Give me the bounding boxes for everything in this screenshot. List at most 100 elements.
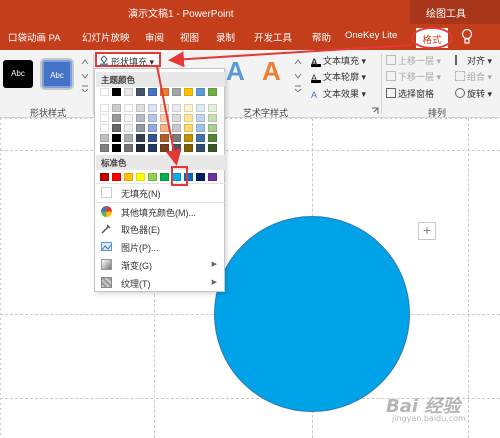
theme-color-swatch[interactable]	[160, 134, 169, 142]
theme-color-swatch[interactable]	[136, 124, 145, 132]
picture-fill-item[interactable]: 图片(P)...	[96, 239, 225, 255]
theme-color-swatch[interactable]	[136, 104, 145, 112]
theme-color-swatch[interactable]	[148, 104, 157, 112]
style-gallery-scroll[interactable]	[80, 56, 90, 92]
theme-color-swatch[interactable]	[208, 144, 217, 152]
standard-color-swatch[interactable]	[208, 173, 217, 181]
wordart-gallery-scroll[interactable]	[293, 56, 303, 92]
theme-color-swatch[interactable]	[100, 114, 109, 122]
theme-color-swatch[interactable]	[100, 88, 109, 96]
tab-view[interactable]: 视图	[180, 30, 199, 44]
theme-color-swatch[interactable]	[124, 134, 133, 142]
theme-color-swatch[interactable]	[184, 124, 193, 132]
theme-color-swatch[interactable]	[160, 104, 169, 112]
theme-color-swatch[interactable]	[172, 134, 181, 142]
theme-color-swatch[interactable]	[196, 124, 205, 132]
standard-color-swatch[interactable]	[196, 173, 205, 181]
theme-color-swatch[interactable]	[172, 88, 181, 96]
theme-color-swatch[interactable]	[160, 124, 169, 132]
theme-color-swatch[interactable]	[112, 88, 121, 96]
theme-color-swatch[interactable]	[160, 88, 169, 96]
theme-color-swatch[interactable]	[136, 114, 145, 122]
theme-color-swatch[interactable]	[196, 114, 205, 122]
shape-fill-button[interactable]: 形状填充 ▾	[95, 52, 161, 67]
align-button[interactable]: 对齐 ▾	[455, 54, 492, 67]
theme-color-swatch[interactable]	[112, 124, 121, 132]
tab-onekey-lite[interactable]: OneKey Lite	[345, 30, 397, 41]
circle-shape[interactable]	[214, 216, 410, 412]
theme-color-swatch[interactable]	[136, 134, 145, 142]
theme-color-swatch[interactable]	[196, 104, 205, 112]
theme-color-swatch[interactable]	[124, 114, 133, 122]
theme-color-swatch[interactable]	[148, 144, 157, 152]
wordart-style-orange[interactable]: A	[262, 56, 281, 87]
theme-color-swatch[interactable]	[136, 88, 145, 96]
text-fill-button[interactable]: A 文本填充 ▾	[311, 54, 366, 67]
theme-color-swatch[interactable]	[196, 144, 205, 152]
theme-color-swatch[interactable]	[112, 104, 121, 112]
eyedropper-item[interactable]: 取色器(E)	[96, 221, 225, 237]
theme-color-swatch[interactable]	[208, 124, 217, 132]
theme-color-swatch[interactable]	[100, 134, 109, 142]
theme-color-swatch[interactable]	[160, 144, 169, 152]
selection-pane-button[interactable]: 选择窗格	[386, 87, 434, 100]
standard-color-swatch[interactable]	[160, 173, 169, 181]
theme-color-swatch[interactable]	[124, 104, 133, 112]
theme-color-swatch[interactable]	[100, 104, 109, 112]
theme-color-swatch[interactable]	[100, 124, 109, 132]
theme-color-swatch[interactable]	[184, 88, 193, 96]
theme-color-swatch[interactable]	[112, 134, 121, 142]
standard-color-swatch[interactable]	[100, 173, 109, 181]
standard-color-swatch[interactable]	[124, 173, 133, 181]
shape-style-blue[interactable]: Abc	[40, 58, 74, 90]
standard-color-swatch[interactable]	[136, 173, 145, 181]
text-effect-button[interactable]: A 文本效果 ▾	[311, 87, 366, 100]
theme-color-swatch[interactable]	[172, 124, 181, 132]
theme-color-swatch[interactable]	[196, 134, 205, 142]
theme-color-swatch[interactable]	[148, 114, 157, 122]
shape-style-black[interactable]: Abc	[3, 60, 33, 88]
theme-color-swatch[interactable]	[148, 124, 157, 132]
theme-color-swatch[interactable]	[208, 114, 217, 122]
theme-color-swatch[interactable]	[172, 114, 181, 122]
theme-color-swatch[interactable]	[124, 144, 133, 152]
theme-color-swatch[interactable]	[160, 114, 169, 122]
theme-color-swatch[interactable]	[184, 144, 193, 152]
theme-color-swatch[interactable]	[184, 134, 193, 142]
more-fill-colors-item[interactable]: 其他填充颜色(M)...	[96, 204, 225, 220]
group-button[interactable]: 组合 ▾	[455, 70, 492, 83]
theme-color-swatch[interactable]	[208, 134, 217, 142]
send-backward-button[interactable]: 下移一层 ▾	[386, 70, 441, 83]
theme-color-swatch[interactable]	[184, 104, 193, 112]
text-outline-button[interactable]: A 文本轮廓 ▾	[311, 70, 366, 83]
theme-color-swatch[interactable]	[112, 144, 121, 152]
theme-color-swatch[interactable]	[112, 114, 121, 122]
theme-color-swatch[interactable]	[172, 144, 181, 152]
theme-color-swatch[interactable]	[184, 114, 193, 122]
theme-color-swatch[interactable]	[208, 104, 217, 112]
theme-color-swatch[interactable]	[208, 88, 217, 96]
lightbulb-icon[interactable]	[460, 28, 474, 46]
theme-color-swatch[interactable]	[172, 104, 181, 112]
tab-developer[interactable]: 开发工具	[254, 30, 292, 44]
no-fill-item[interactable]: 无填充(N)	[96, 185, 225, 201]
theme-color-swatch[interactable]	[196, 88, 205, 96]
texture-fill-item[interactable]: 纹理(T) ▶	[96, 275, 225, 291]
tab-record[interactable]: 录制	[216, 30, 235, 44]
tab-help[interactable]: 帮助	[312, 30, 331, 44]
tab-slideshow[interactable]: 幻灯片放映	[82, 30, 130, 44]
theme-color-swatch[interactable]	[148, 134, 157, 142]
standard-color-swatch[interactable]	[112, 173, 121, 181]
tab-pocket-animation[interactable]: 口袋动画 PA	[8, 30, 61, 44]
rotate-button[interactable]: 旋转 ▾	[455, 87, 492, 100]
theme-color-swatch[interactable]	[124, 88, 133, 96]
theme-color-swatch[interactable]	[136, 144, 145, 152]
bring-forward-button[interactable]: 上移一层 ▾	[386, 54, 441, 67]
add-element-handle[interactable]: +	[418, 222, 436, 240]
theme-color-swatch[interactable]	[148, 88, 157, 96]
theme-color-swatch[interactable]	[100, 144, 109, 152]
tab-review[interactable]: 审阅	[145, 30, 164, 44]
standard-color-swatch[interactable]	[148, 173, 157, 181]
gradient-fill-item[interactable]: 渐变(G) ▶	[96, 257, 225, 273]
dialog-launcher-icon[interactable]	[371, 107, 379, 115]
